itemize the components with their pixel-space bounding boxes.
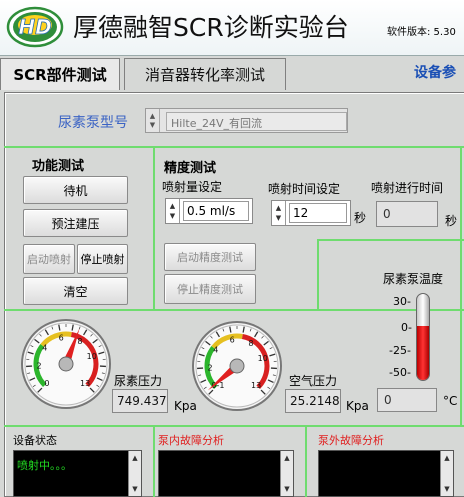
elapsed-time-unit: 秒 (445, 214, 458, 228)
temp-tick-0: 0- (401, 321, 412, 334)
spray-amount-input[interactable]: ▲ ▼ 0.5 ml/s (165, 198, 253, 224)
logo-text: HD (18, 15, 51, 39)
group-divider (4, 425, 464, 427)
group-divider (4, 309, 464, 311)
pump-fault-label: 泵内故障分析 (158, 434, 224, 447)
chevron-down-icon: ▼ (275, 214, 282, 222)
device-status-label: 设备状态 (13, 434, 57, 447)
scroll-up-icon[interactable]: ▲ (442, 453, 452, 463)
device-status-scrollbar[interactable]: ▲ ▼ (128, 451, 141, 496)
temperature-thermometer (416, 293, 430, 381)
air-gauge-tick-label: 13 (251, 381, 261, 390)
air-pressure-value: 25.2148 (285, 389, 341, 413)
urea-gauge-tick-label: 4 (42, 343, 47, 352)
version-label: 软件版本: 5.30 (387, 27, 456, 38)
pump-fault-console[interactable]: ▲ ▼ (158, 450, 294, 497)
spray-time-label: 喷射时间设定 (268, 182, 341, 196)
temperature-fill (417, 325, 429, 380)
urea-gauge-tick-label: 10 (87, 352, 97, 361)
air-gauge-tick-label: 4 (213, 345, 218, 354)
standby-button[interactable]: 待机 (23, 176, 128, 204)
temperature-unit: °C (443, 394, 458, 408)
tab-scr-parts[interactable]: SCR部件测试 (0, 58, 120, 90)
pump-fault-scrollbar[interactable]: ▲ ▼ (280, 451, 293, 496)
chevron-up-icon: ▲ (169, 202, 176, 210)
temperature-value: 0 (377, 388, 437, 412)
device-status-console[interactable]: 喷射中。。。 ▲ ▼ (13, 450, 142, 497)
stop-precision-test-button[interactable]: 停止精度测试 (164, 274, 256, 304)
tab-muffler-conversion[interactable]: 消音器转化率测试 (124, 58, 286, 90)
precision-test-title: 精度测试 (164, 161, 217, 176)
hd-logo: HD (6, 6, 64, 48)
elapsed-time-value: 0 (376, 201, 438, 227)
urea-gauge-tick-label: 2 (37, 362, 42, 371)
chevron-up-icon: ▲ (275, 204, 282, 212)
urea-pressure-label: 尿素压力 (114, 374, 163, 388)
temp-tick-30: 30- (393, 295, 411, 308)
urea-gauge-tick-label: 0 (44, 379, 49, 388)
group-divider (4, 146, 464, 148)
elapsed-time-label: 喷射进行时间 (371, 181, 444, 195)
urea-pressure-gauge: 02 4 6 8 10 13 (21, 319, 111, 409)
temp-tick-minus25: -25- (389, 344, 411, 357)
urea-gauge-tick-label: 8 (77, 337, 82, 346)
pump-type-spinner[interactable]: ▲ ▼ (146, 109, 160, 132)
prefill-button[interactable]: 预注建压 (23, 209, 128, 237)
scroll-up-icon[interactable]: ▲ (130, 453, 140, 463)
pump-type-label: 尿素泵型号 (58, 115, 128, 131)
urea-gauge-tick-label: 6 (59, 333, 64, 342)
stop-spray-button[interactable]: 停止喷射 (77, 244, 128, 274)
group-divider (460, 146, 462, 426)
clear-button[interactable]: 清空 (23, 277, 128, 305)
spray-amount-label: 喷射量设定 (162, 180, 223, 194)
app-header: HD 厚德融智SCR诊断实验台 软件版本: 5.30 (0, 0, 464, 56)
external-fault-label: 泵外故障分析 (318, 434, 384, 447)
spray-amount-value: 0.5 ml/s (183, 201, 249, 221)
pump-type-select[interactable]: ▲ ▼ Hilte_24V_有回流 (145, 108, 348, 133)
scroll-down-icon[interactable]: ▼ (130, 484, 140, 494)
group-divider (153, 425, 155, 497)
air-pressure-unit: Kpa (346, 399, 369, 413)
air-gauge-tick-label: 10 (258, 354, 268, 363)
start-spray-button[interactable]: 启动喷射 (23, 244, 75, 274)
temp-tick-minus50: -50- (389, 366, 411, 379)
air-gauge-tick-label: 8 (248, 339, 253, 348)
air-pressure-gauge: 0-1246 81013 (192, 321, 282, 411)
tab-device-params[interactable]: 设备参 (414, 58, 456, 86)
function-test-title: 功能测试 (32, 159, 85, 174)
scroll-down-icon[interactable]: ▼ (282, 484, 292, 494)
group-divider (305, 425, 307, 497)
scroll-down-icon[interactable]: ▼ (442, 484, 452, 494)
pump-type-value: Hilte_24V_有回流 (166, 111, 347, 131)
device-status-text: 喷射中。。。 (17, 459, 72, 472)
start-precision-test-button[interactable]: 启动精度测试 (164, 243, 256, 271)
temperature-label: 尿素泵温度 (383, 272, 444, 286)
chevron-down-icon: ▼ (149, 120, 156, 129)
group-divider (153, 146, 155, 310)
app-title: 厚德融智SCR诊断实验台 (73, 13, 349, 42)
group-divider (317, 239, 319, 310)
urea-gauge-tick-label: 13 (80, 379, 90, 388)
external-fault-scrollbar[interactable]: ▲ ▼ (440, 451, 453, 496)
air-gauge-tick-label: 2 (208, 364, 213, 373)
spray-time-value: 12 (289, 203, 347, 223)
air-gauge-hub (229, 358, 245, 374)
air-gauge-tick-label: 6 (230, 335, 235, 344)
spray-time-unit: 秒 (354, 211, 367, 225)
scroll-up-icon[interactable]: ▲ (282, 453, 292, 463)
spray-time-spinner[interactable]: ▲ ▼ (272, 201, 286, 225)
spray-time-input[interactable]: ▲ ▼ 12 (271, 200, 351, 226)
air-pressure-label: 空气压力 (289, 374, 338, 388)
chevron-up-icon: ▲ (149, 111, 156, 120)
group-divider (318, 239, 464, 241)
spray-amount-spinner[interactable]: ▲ ▼ (166, 199, 180, 223)
external-fault-console[interactable]: ▲ ▼ (318, 450, 454, 497)
urea-gauge-hub (58, 356, 74, 372)
chevron-down-icon: ▼ (169, 212, 176, 220)
urea-pressure-value: 749.437 (112, 389, 168, 413)
